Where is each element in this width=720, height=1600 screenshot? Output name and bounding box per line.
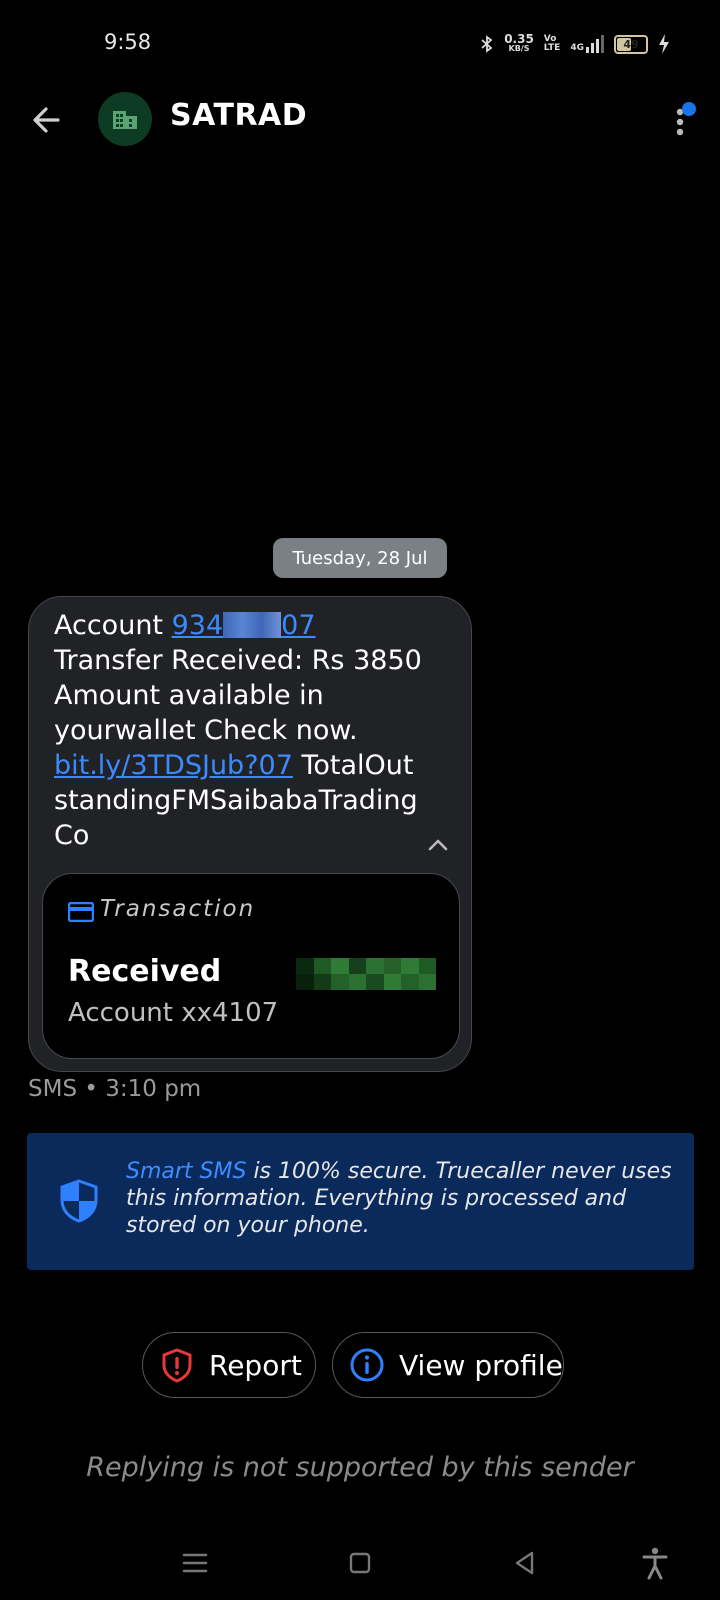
recents-menu-icon[interactable]: [178, 1546, 212, 1580]
speed-unit: KB/S: [508, 44, 530, 53]
info-icon: [350, 1348, 384, 1382]
status-time: 9:58: [104, 30, 152, 54]
account-link-end: 07: [281, 610, 316, 641]
redacted-amount: [296, 958, 436, 990]
message-meta: SMS • 3:10 pm: [28, 1076, 202, 1102]
accessibility-icon[interactable]: [638, 1546, 672, 1580]
report-shield-icon: [162, 1348, 192, 1383]
status-icons: 0.35 KB/S Vo LTE 4G 49: [480, 32, 670, 54]
chevron-up-icon[interactable]: [424, 834, 452, 856]
network-type: 4G: [570, 43, 584, 53]
smart-sms-highlight: Smart SMS: [126, 1159, 247, 1184]
bluetooth-icon: [481, 35, 493, 53]
report-label: Report: [209, 1348, 302, 1382]
account-link[interactable]: 934 07: [172, 610, 316, 641]
building-icon: [113, 111, 137, 129]
volte-indicator: Vo LTE: [544, 35, 561, 53]
date-chip: Tuesday, 28 Jul: [273, 538, 447, 578]
reply-disabled-note: Replying is not supported by this sender: [86, 1452, 634, 1483]
banner-text: Smart SMS is 100% secure. Truecaller nev…: [126, 1158, 674, 1239]
back-arrow-icon[interactable]: [28, 100, 68, 140]
sender-avatar[interactable]: [98, 92, 152, 146]
transaction-label: Transaction: [100, 896, 256, 922]
transaction-account: Account xx4107: [68, 998, 279, 1028]
message-body: Account 934 07 Transfer Received: Rs 3850…: [54, 608, 424, 853]
volte-bottom: LTE: [543, 43, 561, 53]
shield-icon: [60, 1179, 98, 1223]
charging-icon: [659, 34, 669, 54]
network-speed: 0.35 KB/S: [504, 32, 534, 54]
message-text-2: Transfer Received: Rs 3850 Amount availa…: [54, 645, 422, 746]
home-icon[interactable]: [343, 1546, 377, 1580]
redacted-digits: [223, 612, 282, 638]
transaction-status: Received: [68, 954, 222, 989]
view-profile-button[interactable]: View profile: [332, 1332, 564, 1398]
battery-icon: 49: [614, 34, 648, 54]
notification-dot: [682, 102, 696, 116]
battery-level: 49: [623, 37, 639, 51]
account-link-start: 934: [171, 610, 224, 641]
credit-card-icon: [68, 902, 94, 922]
message-text-1: Account: [54, 610, 172, 641]
speed-value: 0.35: [504, 32, 534, 46]
url-link[interactable]: bit.ly/3TDSJub?07: [54, 750, 293, 781]
back-nav-icon[interactable]: [508, 1546, 542, 1580]
sender-title[interactable]: SATRAD: [170, 98, 307, 133]
report-button[interactable]: Report: [142, 1332, 316, 1398]
view-profile-label: View profile: [399, 1348, 563, 1382]
signal-icon: 4G: [570, 35, 604, 53]
